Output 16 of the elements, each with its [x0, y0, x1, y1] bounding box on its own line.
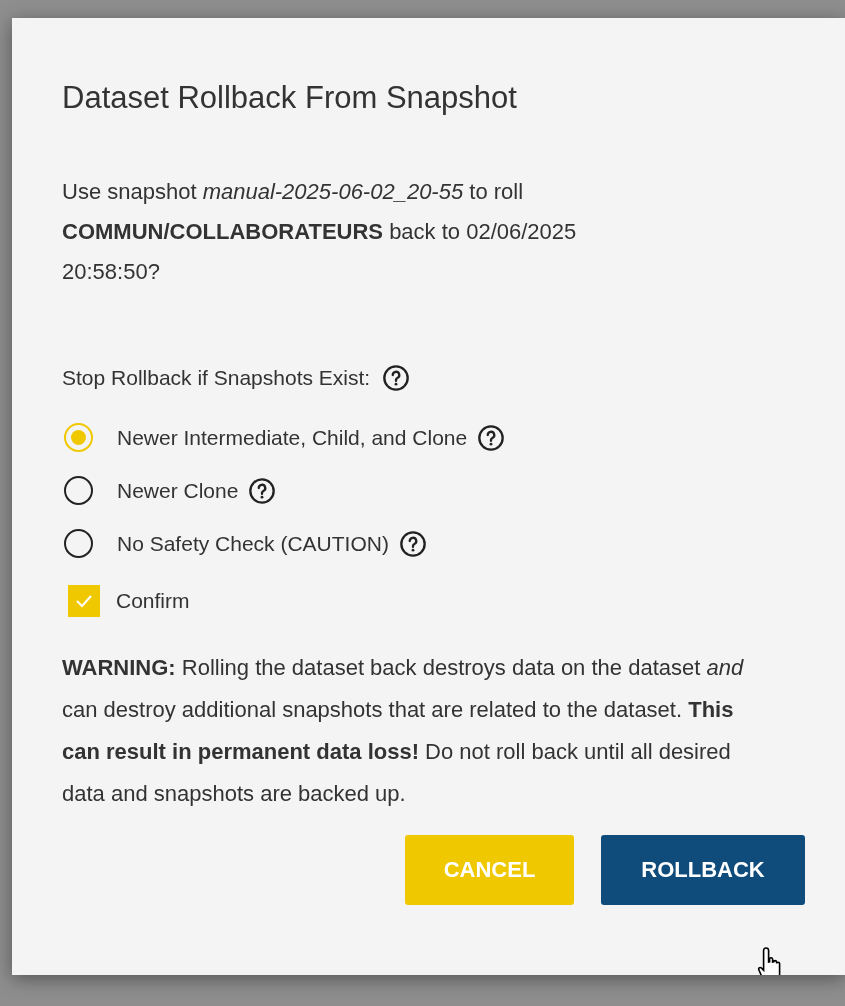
help-icon[interactable] [382, 364, 411, 392]
stop-rollback-label: Stop Rollback if Snapshots Exist: [62, 366, 371, 390]
confirm-checkbox[interactable] [68, 585, 100, 617]
radio-button[interactable] [64, 529, 93, 558]
dialog-title: Dataset Rollback From Snapshot [62, 79, 518, 117]
option-label: Newer Intermediate, Child, and Clone [117, 425, 468, 450]
confirm-label: Confirm [116, 589, 190, 613]
confirmation-message: Use snapshot manual-2025-06-02_20-55 to roll COMMUN/COLLABORATEURS back to 02/06/2025 20:58:50? [62, 178, 578, 286]
radio-button[interactable] [64, 476, 93, 505]
warning-text: WARNING: Rolling the dataset back destroys data on the dataset and can destroy additional snapshots that are related to the dataset. This can result in permanent data loss! Do not roll back until all desired data and snapshots are backed up. [62, 654, 745, 808]
help-icon[interactable] [477, 423, 506, 452]
option-label: Newer Clone [117, 478, 239, 503]
option-label: No Safety Check (CAUTION) [117, 531, 389, 556]
help-icon[interactable] [398, 529, 427, 558]
help-icon[interactable] [248, 476, 277, 505]
rollback-button[interactable]: ROLLBACK [601, 835, 805, 905]
